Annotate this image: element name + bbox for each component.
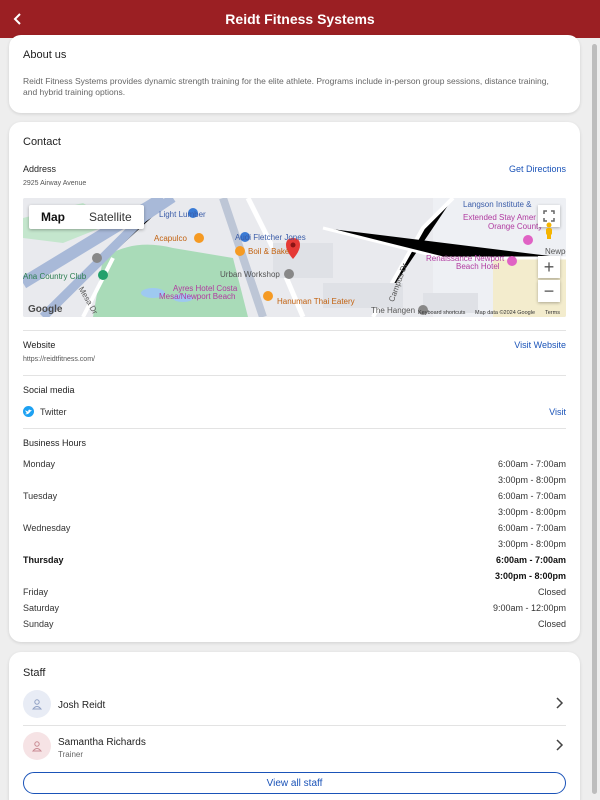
chevron-left-icon: [13, 13, 21, 25]
map-place-label: Light Lumber: [159, 210, 206, 219]
map-tab-map[interactable]: Map: [29, 205, 77, 229]
website-value: https://reidtfitness.com/: [23, 356, 95, 363]
avatar: [23, 732, 51, 760]
get-directions-link[interactable]: Get Directions: [509, 164, 566, 174]
staff-role: Trainer: [58, 750, 84, 759]
street-view-pegman[interactable]: [538, 220, 560, 242]
pegman-icon: [546, 222, 552, 239]
contact-title: Contact: [23, 136, 61, 148]
twitter-label: Twitter: [40, 407, 67, 417]
hours-day: Saturday: [23, 603, 60, 613]
hours-time-today: 3:00pm - 8:00pm: [494, 571, 566, 581]
staff-row[interactable]: Josh Reidt: [23, 690, 566, 730]
map-place-label: Beach Hotel: [456, 262, 500, 271]
map-terms-link[interactable]: Terms: [545, 310, 560, 316]
map-place-label: Newpo: [545, 247, 566, 256]
zoom-out-button[interactable]: −: [538, 280, 560, 302]
staff-name: Samantha Richards: [58, 737, 146, 748]
chevron-right-icon: [556, 697, 564, 709]
map-tab-satellite[interactable]: Satellite: [77, 205, 144, 229]
hours-time: Closed: [537, 587, 566, 597]
map-place-label: Langson Institute &: [463, 200, 532, 209]
social-media-label: Social media: [23, 385, 75, 395]
page-title: Reidt Fitness Systems: [225, 11, 375, 27]
map-place-label: Mesa/Newport Beach: [159, 292, 236, 301]
map-place-label: Acapulco: [154, 234, 187, 243]
address-value: 2925 Airway Avenue: [23, 180, 87, 187]
about-title: About us: [23, 49, 67, 61]
hours-time: 3:00pm - 8:00pm: [497, 507, 566, 517]
hours-time: 3:00pm - 8:00pm: [497, 475, 566, 485]
map-place-label: Urban Workshop: [220, 270, 280, 279]
hours-time: 6:00am - 7:00am: [497, 523, 566, 533]
map-data-attribution: Map data ©2024 Google: [475, 310, 536, 316]
address-label: Address: [23, 164, 57, 174]
website-label: Website: [23, 340, 56, 350]
person-icon: [31, 741, 43, 752]
about-card: About us Reidt Fitness Systems provides …: [9, 35, 580, 113]
map-place-label: Audi Fletcher Jones: [235, 233, 306, 242]
map-place-label: Ana Country Club: [23, 272, 87, 281]
plus-icon: +: [543, 256, 555, 277]
hours-time-today: 6:00am - 7:00am: [495, 555, 566, 565]
minus-icon: −: [543, 280, 555, 301]
scrollbar-thumb[interactable]: [592, 44, 597, 794]
hours-day: Monday: [23, 459, 56, 469]
hours-day: Wednesday: [23, 523, 71, 533]
google-logo: Google: [28, 304, 63, 315]
map-place-label: Extended Stay Amer: [463, 213, 536, 222]
divider: [23, 330, 566, 331]
person-icon: [31, 699, 43, 710]
visit-website-link[interactable]: Visit Website: [514, 340, 566, 350]
keyboard-shortcuts-link[interactable]: Keyboard shortcuts: [418, 310, 465, 316]
divider: [23, 725, 566, 726]
map-place-label: The Hangen: [371, 306, 416, 315]
map-embed[interactable]: Light Lumber Langson Institute & Extende…: [23, 198, 566, 317]
hours-time: 3:00pm - 8:00pm: [497, 539, 566, 549]
staff-card: Staff Josh Reidt Samantha Richards Train…: [9, 652, 580, 800]
chevron-right-icon: [556, 739, 564, 751]
hours-time: 9:00am - 12:00pm: [492, 603, 566, 613]
hours-time: 6:00am - 7:00am: [497, 459, 566, 469]
staff-title: Staff: [23, 667, 46, 679]
zoom-in-button[interactable]: +: [538, 256, 560, 278]
staff-name: Josh Reidt: [58, 700, 106, 711]
view-all-staff-button[interactable]: View all staff: [23, 772, 566, 794]
divider: [23, 375, 566, 376]
map-type-toggle: Map Satellite: [29, 205, 144, 229]
hours-day: Friday: [23, 587, 49, 597]
map-place-label: Hanuman Thai Eatery: [277, 297, 355, 306]
business-hours-label: Business Hours: [23, 438, 87, 448]
map-place-label: Boil & Bake: [248, 247, 290, 256]
avatar: [23, 690, 51, 718]
back-button[interactable]: [6, 7, 30, 31]
hours-day: Sunday: [23, 619, 54, 629]
divider: [23, 428, 566, 429]
twitter-icon: [23, 406, 34, 417]
hours-time: Closed: [537, 619, 566, 629]
staff-row[interactable]: Samantha Richards Trainer: [23, 732, 566, 772]
visit-twitter-link[interactable]: Visit: [549, 407, 566, 417]
contact-card: Contact Address 2925 Airway Avenue Get D…: [9, 122, 580, 642]
about-text: Reidt Fitness Systems provides dynamic s…: [23, 76, 549, 97]
map-place-label: Orange County: [488, 222, 543, 231]
hours-day: Tuesday: [23, 491, 58, 501]
hours-day-today: Thursday: [23, 555, 64, 565]
app-header: Reidt Fitness Systems: [0, 0, 600, 38]
hours-time: 6:00am - 7:00am: [497, 491, 566, 501]
